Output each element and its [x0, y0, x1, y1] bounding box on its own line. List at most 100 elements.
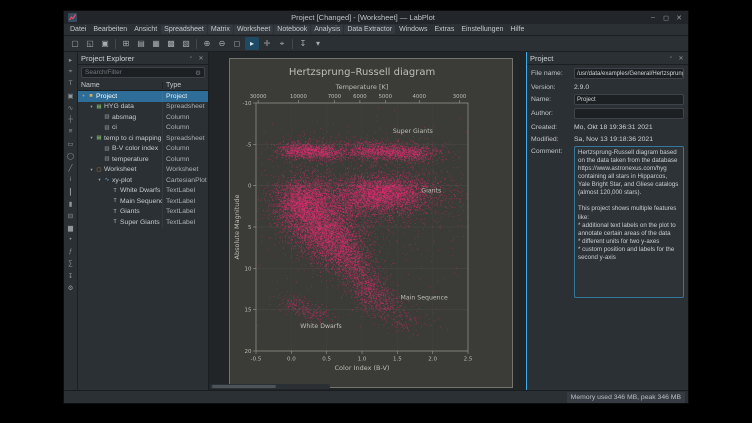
dock-close-icon[interactable]: ✕ — [197, 55, 205, 62]
new-spreadsheet-icon[interactable]: ▦ — [149, 37, 163, 50]
menu-data-extractor[interactable]: Data Extractor — [344, 25, 395, 34]
new-workbook-icon[interactable]: ▤ — [134, 37, 148, 50]
menu-notebook[interactable]: Notebook — [274, 25, 310, 34]
properties-title: Project — [530, 54, 665, 63]
tree-item-name-cell: ▥temperature — [78, 156, 162, 163]
expander-icon[interactable]: ▾ — [88, 135, 95, 141]
zoom-select-icon[interactable]: ⌖ — [65, 66, 76, 77]
prop-label-comment: Comment: — [531, 146, 571, 155]
hr-plot[interactable]: Hertzsprung–Russell diagramTemperature [… — [230, 59, 512, 387]
bar-plot-icon[interactable]: ▮ — [65, 198, 76, 209]
menu-matrix[interactable]: Matrix — [208, 25, 233, 34]
tree-row-worksheet[interactable]: ▾▢WorksheetWorksheet — [78, 165, 208, 176]
tree-row-giants[interactable]: TGiantsTextLabel — [78, 207, 208, 218]
tree-row-ci[interactable]: ▥ciColumn — [78, 123, 208, 134]
horizontal-scrollbar[interactable] — [210, 384, 330, 389]
open-project-icon[interactable]: ◱ — [83, 37, 97, 50]
fit-icon[interactable]: ƒ — [65, 246, 76, 257]
maximize-icon[interactable]: ◻ — [661, 14, 671, 22]
save-project-icon[interactable]: ▣ — [98, 37, 112, 50]
minimize-icon[interactable]: – — [648, 14, 658, 22]
tree-row-hyg-data[interactable]: ▾▦HYG dataSpreadsheet — [78, 102, 208, 113]
y-tick-label: -5 — [246, 142, 252, 148]
export-image-icon[interactable]: ↧ — [65, 270, 76, 281]
select-mode-icon[interactable]: ▸ — [245, 37, 259, 50]
prop-author-input[interactable] — [574, 108, 684, 119]
menu-ansicht[interactable]: Ansicht — [131, 25, 160, 34]
line-icon[interactable]: ╱ — [65, 162, 76, 173]
tree-row-xy-plot[interactable]: ▾∿xy-plotCartesianPlot — [78, 175, 208, 186]
info-element-icon[interactable]: i — [65, 174, 76, 185]
y-tick-label: 15 — [245, 308, 252, 314]
export-icon[interactable]: ↧ — [296, 37, 310, 50]
expander-icon[interactable]: ▾ — [96, 177, 103, 183]
sum-icon[interactable]: ∑ — [65, 258, 76, 269]
rectangle-icon[interactable]: ▭ — [65, 138, 76, 149]
prop-file-name-input[interactable]: /usr/data/examples/General/Hertzsprung-R… — [574, 68, 684, 79]
toolbar-separator — [292, 39, 293, 49]
column-header-name[interactable]: Name — [78, 82, 162, 89]
horizontal-scrollbar-handle[interactable] — [212, 385, 276, 388]
image-icon[interactable]: ▣ — [65, 90, 76, 101]
new-folder-icon[interactable]: ⊞ — [119, 37, 133, 50]
ellipse-icon[interactable]: ◯ — [65, 150, 76, 161]
titlebar[interactable]: Project [Changed] - [Worksheet] — LabPlo… — [64, 11, 688, 24]
tree-row-main-sequence[interactable]: TMain SequenceTextLabel — [78, 196, 208, 207]
expander-icon[interactable]: ▾ — [88, 167, 95, 173]
project-explorer-header[interactable]: Project Explorer ▫ ✕ — [78, 52, 208, 65]
custom-point-icon[interactable]: • — [65, 234, 76, 245]
expander-icon[interactable]: ▾ — [80, 93, 87, 99]
new-matrix-icon[interactable]: ▩ — [164, 37, 178, 50]
toolbar-overflow-icon[interactable]: ▾ — [311, 37, 325, 50]
menu-windows[interactable]: Windows — [396, 25, 430, 34]
dock-close-icon[interactable]: ✕ — [677, 55, 685, 62]
tree-row-absmag[interactable]: ▥absmagColumn — [78, 112, 208, 123]
new-worksheet-icon[interactable]: ▧ — [179, 37, 193, 50]
dock-float-icon[interactable]: ▫ — [187, 55, 195, 61]
menu-spreadsheet[interactable]: Spreadsheet — [161, 25, 207, 34]
menu-worksheet[interactable]: Worksheet — [234, 25, 273, 34]
xy-curve-icon[interactable]: ∿ — [65, 102, 76, 113]
text-label-icon[interactable]: T — [65, 78, 76, 89]
project-explorer-dock: Project Explorer ▫ ✕ Search/Filter ⚙ Nam… — [78, 52, 209, 390]
pan-mode-icon[interactable]: ✛ — [260, 37, 274, 50]
zoom-fit-icon[interactable]: ◻ — [230, 37, 244, 50]
dock-float-icon[interactable]: ▫ — [667, 55, 675, 61]
tree-row-temperature[interactable]: ▥temperatureColumn — [78, 154, 208, 165]
prop-name-input[interactable]: Project — [574, 94, 684, 105]
select-icon[interactable]: ▸ — [65, 54, 76, 65]
search-filter-input[interactable]: Search/Filter ⚙ — [81, 67, 205, 78]
tree-row-white-dwarfs[interactable]: TWhite DwarfsTextLabel — [78, 186, 208, 197]
worksheet-page[interactable]: Hertzsprung–Russell diagramTemperature [… — [229, 58, 513, 388]
tree-row-b-v-color-index[interactable]: ▥B-V color indexColumn — [78, 144, 208, 155]
properties-header[interactable]: Project ▫ ✕ — [527, 52, 688, 65]
statusbar: Memory used 346 MB, peak 346 MB — [64, 390, 688, 403]
menu-extras[interactable]: Extras — [431, 25, 457, 34]
axis-icon[interactable]: ┼ — [65, 114, 76, 125]
filter-settings-icon[interactable]: ⚙ — [195, 69, 201, 77]
tree-row-project[interactable]: ▾■ProjectProject — [78, 91, 208, 102]
menu-einstellungen[interactable]: Einstellungen — [458, 25, 506, 34]
tree-item-type: Spreadsheet — [162, 102, 208, 113]
column-header-type[interactable]: Type — [162, 82, 208, 89]
tree-item-name-cell: TMain Sequence — [78, 198, 162, 205]
prop-comment-textarea[interactable]: Hertzsprung-Russell diagram based on the… — [574, 146, 684, 298]
settings-icon[interactable]: ⚙ — [65, 282, 76, 293]
zoom-in-icon[interactable]: ⊕ — [200, 37, 214, 50]
expander-icon[interactable]: ▾ — [88, 104, 95, 110]
box-plot-icon[interactable]: ⊟ — [65, 210, 76, 221]
legend-icon[interactable]: ≡ — [65, 126, 76, 137]
menu-hilfe[interactable]: Hilfe — [507, 25, 527, 34]
tree-item-label: temp to ci mapping — [104, 135, 161, 142]
crosshair-mode-icon[interactable]: ⌖ — [275, 37, 289, 50]
menu-analysis[interactable]: Analysis — [311, 25, 343, 34]
new-project-icon[interactable]: ▢ — [68, 37, 82, 50]
tree-row-temp-to-ci-mapping[interactable]: ▾▦temp to ci mappingSpreadsheet — [78, 133, 208, 144]
zoom-out-icon[interactable]: ⊖ — [215, 37, 229, 50]
menu-datei[interactable]: Datei — [67, 25, 89, 34]
reference-line-icon[interactable]: ┃ — [65, 186, 76, 197]
histogram-icon[interactable]: ▆ — [65, 222, 76, 233]
tree-row-super-giants[interactable]: TSuper GiantsTextLabel — [78, 217, 208, 228]
close-icon[interactable]: ✕ — [674, 14, 684, 22]
menu-bearbeiten[interactable]: Bearbeiten — [90, 25, 130, 34]
